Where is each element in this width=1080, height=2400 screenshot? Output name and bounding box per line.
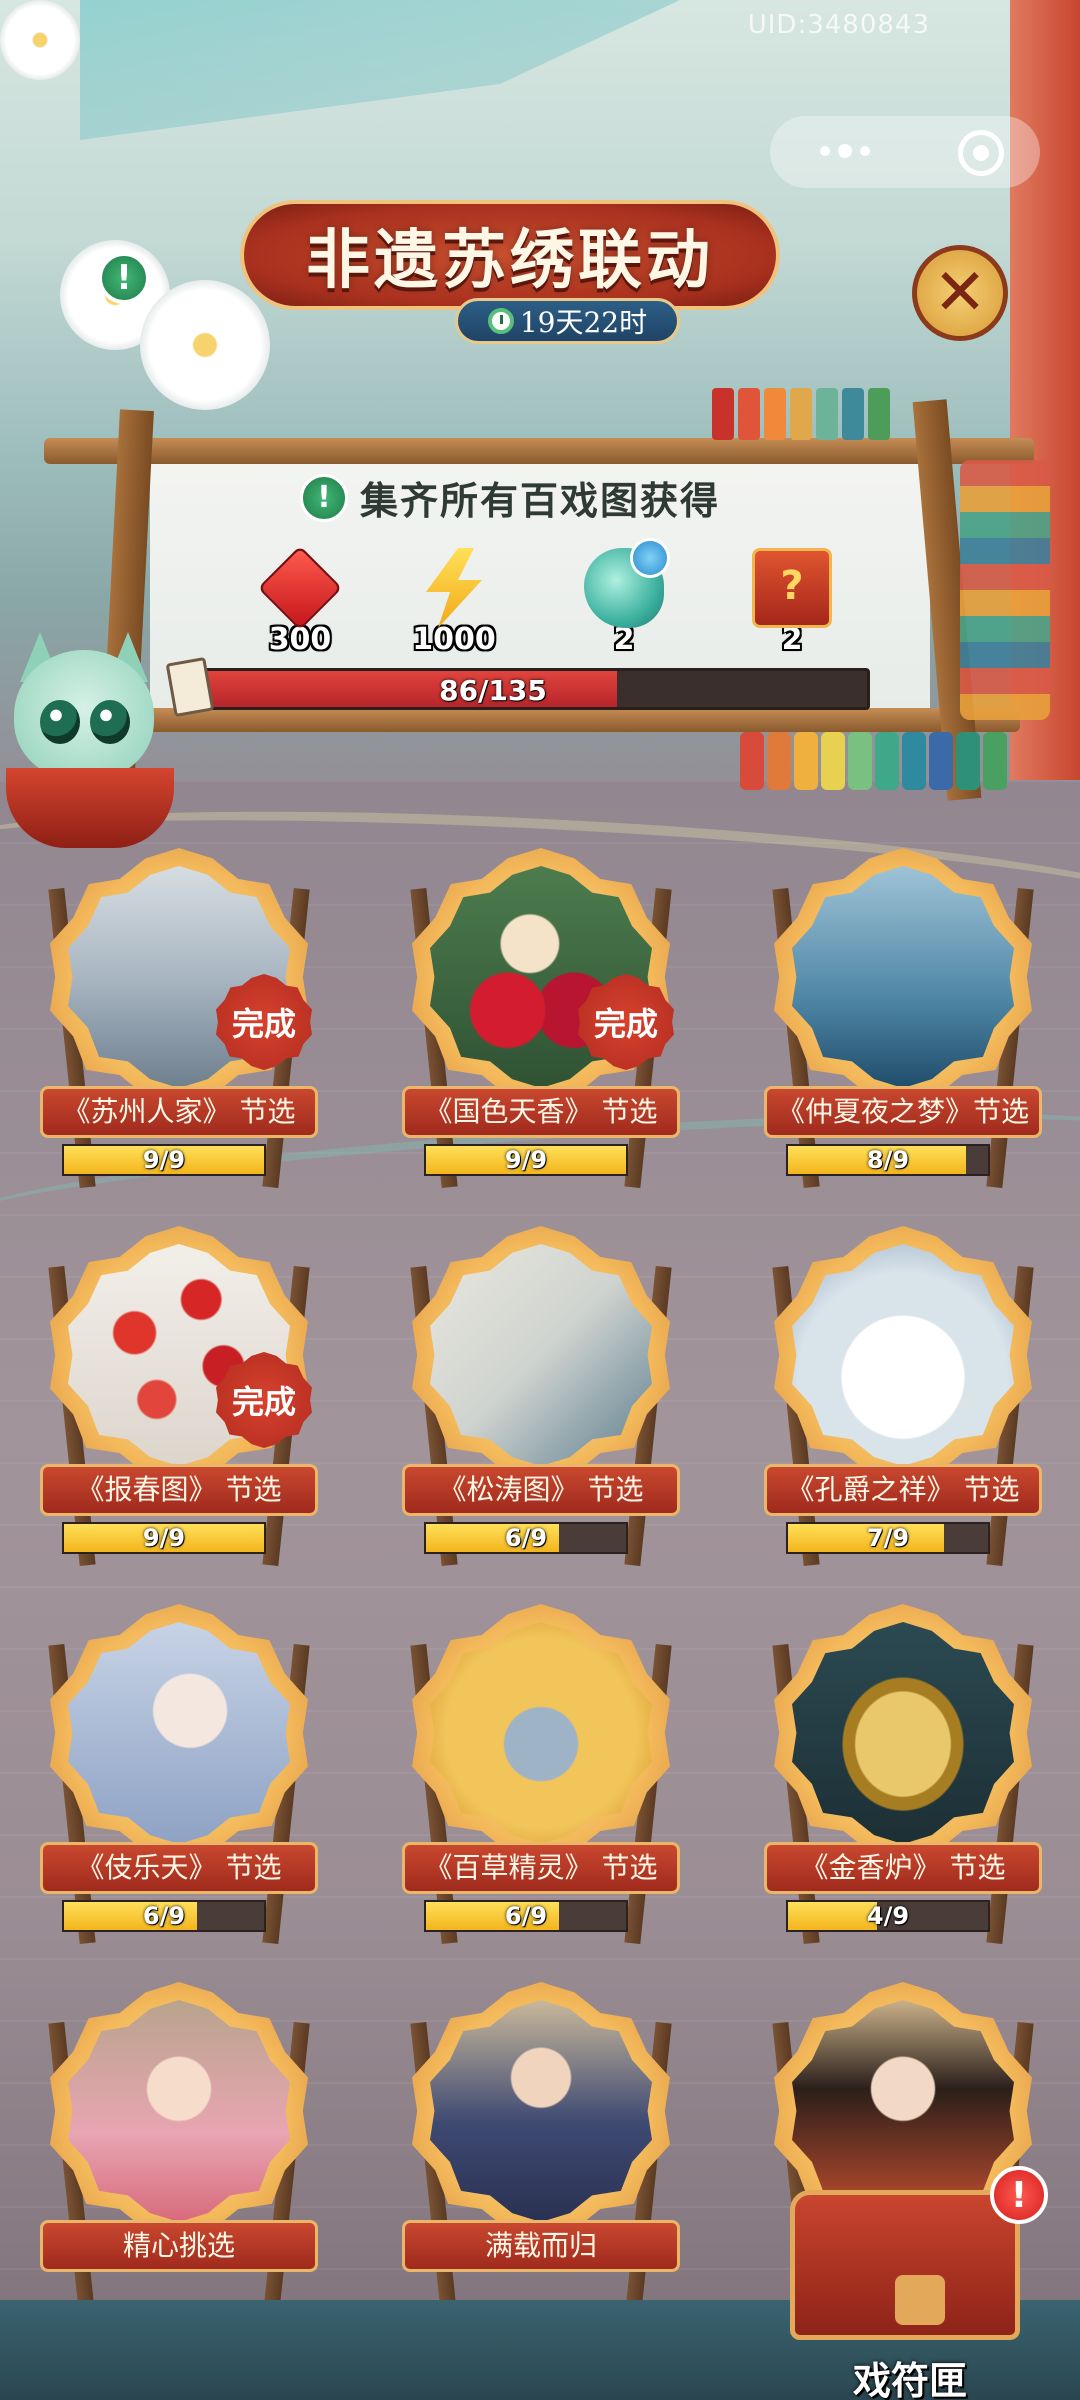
- card-artwork: [792, 866, 1014, 1088]
- card-artwork: [430, 1244, 652, 1466]
- card-progress-bar: 7/9: [786, 1522, 990, 1554]
- cat-eye: [40, 700, 80, 744]
- more-options-icon[interactable]: [800, 136, 890, 166]
- collect-all-text: 集齐所有百戏图获得: [360, 478, 721, 523]
- cat-eye: [90, 700, 130, 744]
- card-progress-bar: 8/9: [786, 1144, 990, 1176]
- card-progress-text: 4/9: [866, 1902, 910, 1930]
- red-basket: [6, 768, 174, 848]
- red-gem-icon: [257, 545, 343, 631]
- card-progress-text: 6/9: [504, 1524, 548, 1552]
- card-progress-bar: 6/9: [424, 1900, 628, 1932]
- timer-text: 19天22时: [519, 306, 648, 339]
- embroidery-card[interactable]: 满载而归: [402, 1982, 680, 2323]
- card-progress-text: 9/9: [142, 1146, 186, 1174]
- card-progress-text: 6/9: [142, 1902, 186, 1930]
- card-artwork: [68, 1622, 290, 1844]
- event-timer: 19天22时: [455, 298, 680, 344]
- card-progress-text: 9/9: [142, 1524, 186, 1552]
- embroidery-card[interactable]: 《国色天香》 节选 9/9 完成: [402, 848, 680, 1189]
- thread-spools: [712, 388, 890, 440]
- alert-badge: !: [990, 2166, 1048, 2224]
- card-progress-text: 8/9: [866, 1146, 910, 1174]
- card-progress-text: 9/9: [504, 1146, 548, 1174]
- card-title: 《苏州人家》 节选: [40, 1086, 318, 1138]
- embroidery-card[interactable]: 《伎乐天》 节选 6/9: [40, 1604, 318, 1945]
- close-button[interactable]: ✕: [912, 245, 1008, 341]
- event-title: 非遗苏绣联动: [306, 223, 714, 298]
- yarn-decoration: [740, 732, 1007, 790]
- reward-item-chest[interactable]: 2: [732, 548, 852, 657]
- embroidery-card[interactable]: 《苏州人家》 节选 9/9 完成: [40, 848, 318, 1189]
- embroidery-card[interactable]: 精心挑选: [40, 1982, 318, 2323]
- embroidery-card[interactable]: 《孔爵之祥》 节选 7/9: [764, 1226, 1042, 1567]
- flower-decoration: [0, 0, 80, 80]
- card-artwork: [792, 1244, 1014, 1466]
- mystery-chest-icon: [752, 548, 832, 628]
- card-title: 《松涛图》 节选: [402, 1464, 680, 1516]
- lightning-icon: [426, 548, 482, 628]
- card-progress-bar: 9/9: [62, 1144, 266, 1176]
- collection-progress-bar: 86/135: [176, 668, 870, 710]
- clock-icon: [487, 308, 514, 334]
- card-artwork: [430, 1622, 652, 1844]
- card-progress-bar: 9/9: [424, 1144, 628, 1176]
- collect-all-hint: ! 集齐所有百戏图获得: [300, 470, 720, 525]
- event-title-banner: 非遗苏绣联动: [240, 200, 780, 310]
- event-info-button[interactable]: !: [98, 252, 150, 304]
- uid-label: UID:3480843: [747, 10, 930, 40]
- completed-seal: 完成: [216, 974, 312, 1070]
- talisman-chest-label: 戏符匣: [852, 2358, 967, 2400]
- card-artwork: [68, 2000, 290, 2222]
- teal-gourd-icon: [584, 538, 670, 628]
- card-title: 《仲夏夜之梦》节选: [764, 1086, 1042, 1138]
- card-progress-bar: 6/9: [424, 1522, 628, 1554]
- loom-beam: [44, 438, 1034, 464]
- embroidery-card[interactable]: 《金香炉》 节选 4/9: [764, 1604, 1042, 1945]
- reward-item-gourd[interactable]: 2: [564, 538, 684, 657]
- card-artwork: [792, 1622, 1014, 1844]
- reward-item-energy[interactable]: 1000: [394, 548, 514, 657]
- card-artwork: [430, 2000, 652, 2222]
- completed-seal: 完成: [216, 1352, 312, 1448]
- chest-lock-icon: [895, 2275, 945, 2325]
- card-progress-bar: 6/9: [62, 1900, 266, 1932]
- card-title: 《伎乐天》 节选: [40, 1842, 318, 1894]
- reward-item-gem[interactable]: 300: [240, 545, 360, 657]
- close-mini-program-icon[interactable]: [958, 130, 1004, 176]
- embroidery-card[interactable]: 《松涛图》 节选 6/9: [402, 1226, 680, 1567]
- cat-mascot[interactable]: [0, 632, 174, 850]
- info-icon[interactable]: !: [300, 473, 348, 522]
- card-title: 《百草精灵》 节选: [402, 1842, 680, 1894]
- completed-seal: 完成: [578, 974, 674, 1070]
- card-title: 《国色天香》 节选: [402, 1086, 680, 1138]
- card-title: 精心挑选: [40, 2220, 318, 2272]
- reward-count: 1000: [412, 622, 496, 657]
- loom-beam: [140, 708, 1020, 732]
- card-progress-text: 7/9: [866, 1524, 910, 1552]
- card-title: 满载而归: [402, 2220, 680, 2272]
- embroidery-card[interactable]: 《百草精灵》 节选 6/9: [402, 1604, 680, 1945]
- flower-decoration: [140, 280, 270, 410]
- card-title: 《孔爵之祥》 节选: [764, 1464, 1042, 1516]
- cat-head: [14, 650, 154, 780]
- embroidery-card[interactable]: 《报春图》 节选 9/9 完成: [40, 1226, 318, 1567]
- embroidery-card[interactable]: 《仲夏夜之梦》节选 8/9: [764, 848, 1042, 1189]
- collection-progress-text: 86/135: [439, 674, 547, 707]
- treasure-chest-icon: [790, 2190, 1020, 2340]
- card-progress-text: 6/9: [504, 1902, 548, 1930]
- card-progress-bar: 9/9: [62, 1522, 266, 1554]
- card-progress-bar: 4/9: [786, 1900, 990, 1932]
- yarn-decoration: [960, 460, 1050, 720]
- card-title: 《金香炉》 节选: [764, 1842, 1042, 1894]
- card-title: 《报春图》 节选: [40, 1464, 318, 1516]
